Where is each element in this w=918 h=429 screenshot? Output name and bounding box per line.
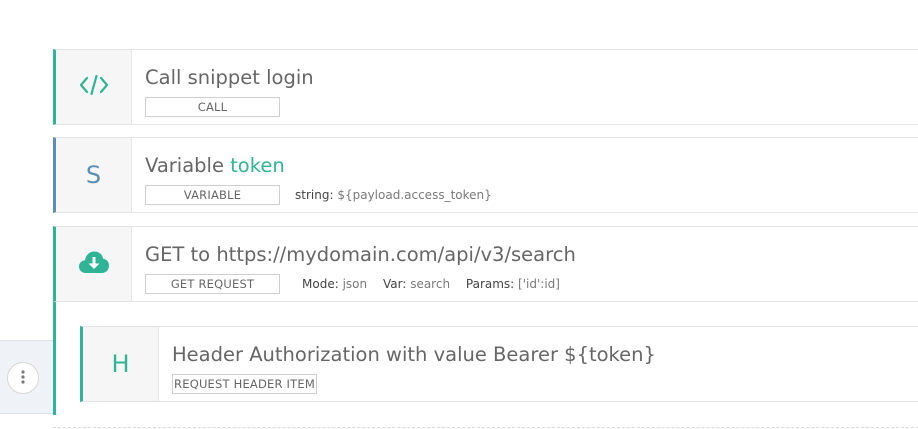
step-meta: Mode: json Var: search Params: ['id':id] [302,277,560,291]
cloud-download-icon [78,249,110,279]
meta-mode-value: json [342,277,368,291]
step-type-badge: VARIABLE [145,185,280,205]
step-title: Call snippet login [145,66,314,89]
step-icon-box [56,50,132,124]
step-get-request[interactable]: GET to https://mydomain.com/api/v3/searc… [53,226,918,302]
meta-value: ${payload.access_token} [337,188,492,202]
step-type-badge: GET REQUEST [145,274,280,294]
meta-params-value: ['id':id] [518,277,560,291]
step-meta: string: ${payload.access_token} [295,188,492,202]
step-variable[interactable]: S Variable token VARIABLE string: ${payl… [53,137,918,213]
meta-key: string: [295,188,334,202]
step-icon-box: S [56,138,132,212]
code-icon [79,74,109,100]
meta-var-value: search [410,277,451,291]
step-icon-box: H [83,327,159,401]
step-request-header-item[interactable]: H Header Authorization with value Bearer… [80,326,918,402]
step-title-prefix: Variable [145,154,231,177]
vertical-dots-icon [21,369,25,388]
meta-mode-key: Mode: [302,277,339,291]
step-type-badge: CALL [145,97,280,117]
meta-params-key: Params: [465,277,515,291]
drag-handle[interactable] [7,362,39,394]
step-title: GET to https://mydomain.com/api/v3/searc… [145,243,576,266]
step-call-snippet[interactable]: Call snippet login CALL [53,49,918,125]
drop-zone-divider [53,427,918,428]
step-icon-box [56,227,132,301]
letter-s-icon: S [85,161,102,189]
step-title: Header Authorization with value Bearer $… [172,343,656,366]
step-type-badge: REQUEST HEADER ITEM [172,374,317,394]
meta-var-key: Var: [382,277,407,291]
variable-name: token [230,154,285,177]
letter-h-icon: H [111,350,130,378]
step-title: Variable token [145,154,285,177]
